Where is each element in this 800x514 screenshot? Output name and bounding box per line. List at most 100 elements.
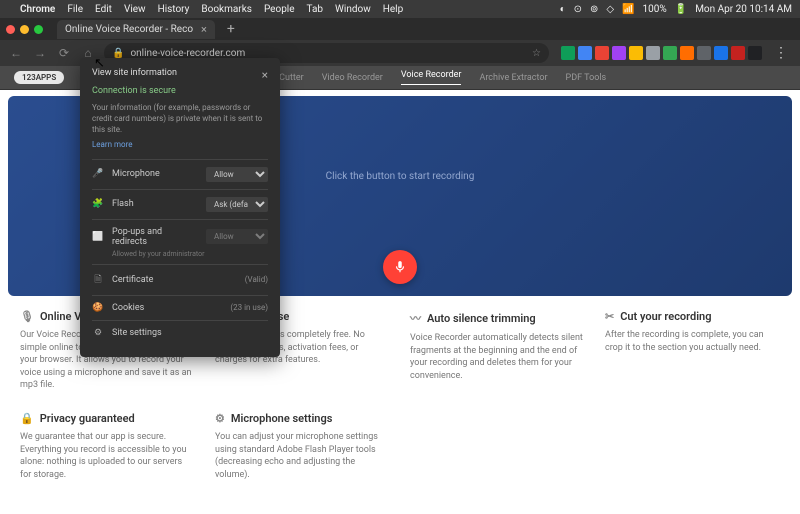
permission-row: ⬜ Pop-ups and redirects Allow (92, 219, 268, 254)
extension-icon[interactable] (612, 46, 626, 60)
popup-description: Your information (for example, passwords… (92, 102, 268, 136)
battery-icon[interactable]: 🔋 (675, 4, 687, 15)
url-text: online-voice-recorder.com (130, 48, 245, 59)
status-icon[interactable]: ◇ (606, 4, 614, 15)
browser-tabstrip: Online Voice Recorder - Reco × + (0, 18, 800, 40)
feature-desc: Voice Recorder automatically detects sil… (410, 332, 585, 382)
perm-label: Microphone (112, 169, 198, 179)
record-button[interactable] (383, 250, 417, 284)
extension-icon[interactable] (697, 46, 711, 60)
status-icon[interactable]: ⊚ (590, 4, 598, 15)
menu-file[interactable]: File (67, 4, 83, 15)
menu-edit[interactable]: Edit (95, 4, 112, 15)
feature-title: Privacy guaranteed (40, 412, 135, 425)
menu-tab[interactable]: Tab (307, 4, 323, 15)
site-settings-label: Site settings (112, 328, 268, 338)
perm-select[interactable]: Ask (default) (206, 197, 268, 212)
extension-icon[interactable] (561, 46, 575, 60)
perm-icon: 🎤 (92, 169, 104, 179)
extension-icon[interactable] (646, 46, 660, 60)
browser-tab[interactable]: Online Voice Recorder - Reco × (57, 20, 215, 39)
menu-window[interactable]: Window (335, 4, 371, 15)
cookie-icon: 🍪 (92, 303, 104, 313)
tab-close-icon[interactable]: × (201, 23, 207, 36)
reload-button[interactable]: ⟳ (56, 46, 72, 60)
extension-icon[interactable] (714, 46, 728, 60)
certificate-icon: 🗎 (92, 272, 104, 288)
permission-row: 🎤 Microphone Allow (92, 159, 268, 189)
cookies-label: Cookies (112, 303, 222, 313)
gear-icon: ⚙ (215, 412, 225, 425)
mic-icon (393, 260, 407, 274)
back-button[interactable]: ← (8, 46, 24, 60)
wave-icon: 〰 (410, 310, 421, 326)
certificate-row[interactable]: 🗎 Certificate (Valid) (92, 264, 268, 295)
cookies-status: (23 in use) (230, 303, 268, 312)
chrome-menu-icon[interactable]: ⋮ (770, 45, 792, 61)
extension-icon[interactable] (748, 46, 762, 60)
window-maximize[interactable] (34, 25, 43, 34)
window-minimize[interactable] (20, 25, 29, 34)
site-info-popup: View site information × Connection is se… (80, 58, 280, 357)
menu-bookmarks[interactable]: Bookmarks (201, 4, 252, 15)
feature-desc: You can adjust your microphone settings … (215, 431, 390, 481)
menu-history[interactable]: History (158, 4, 190, 15)
feature-title: Cut your recording (620, 310, 711, 323)
crop-icon: ✂ (605, 310, 614, 323)
learn-more-link[interactable]: Learn more (92, 140, 268, 149)
cookies-row[interactable]: 🍪 Cookies (23 in use) (92, 295, 268, 320)
wifi-icon[interactable]: 📶 (622, 4, 634, 15)
forward-button[interactable]: → (32, 46, 48, 60)
connection-status: Connection is secure (92, 86, 268, 96)
perm-label: Pop-ups and redirects (112, 227, 198, 247)
wifi-percent: 100% (643, 4, 667, 15)
perm-select: Allow (206, 229, 268, 244)
nav-item[interactable]: Archive Extractor (479, 73, 547, 83)
site-info-icon[interactable]: 🔒 (112, 48, 124, 59)
menu-people[interactable]: People (264, 4, 295, 15)
feature-card: ⚙ Microphone settings You can adjust your … (215, 412, 390, 481)
new-tab-button[interactable]: + (221, 21, 241, 37)
bookmark-star-icon[interactable]: ☆ (532, 48, 541, 59)
window-close[interactable] (6, 25, 15, 34)
extension-icon[interactable] (663, 46, 677, 60)
tab-title: Online Voice Recorder - Reco (65, 24, 193, 35)
extension-icon[interactable] (680, 46, 694, 60)
extension-icon[interactable] (731, 46, 745, 60)
extension-icon[interactable] (629, 46, 643, 60)
popup-title: View site information (92, 68, 177, 78)
feature-card: 〰 Auto silence trimming Voice Recorder aut… (410, 310, 585, 392)
feature-title: Auto silence trimming (427, 312, 536, 325)
nav-item[interactable]: Video Recorder (322, 73, 383, 83)
popup-close-icon[interactable]: × (262, 68, 268, 82)
status-icon[interactable]: ◐ (560, 4, 566, 15)
status-icon[interactable]: ⊙ (574, 4, 582, 15)
feature-card: 🔒 Privacy guaranteed We guarantee that our… (20, 412, 195, 481)
macos-menubar: Chrome File Edit View History Bookmarks … (0, 0, 800, 18)
perm-select[interactable]: Allow (206, 167, 268, 182)
perm-icon: 🧩 (92, 199, 104, 209)
feature-desc: We guarantee that our app is secure. Eve… (20, 431, 195, 481)
menu-view[interactable]: View (124, 4, 146, 15)
extension-icon[interactable] (595, 46, 609, 60)
mic-icon: 🎙 (20, 310, 34, 323)
perm-subtext: Allowed by your administrator (112, 250, 268, 258)
site-settings-row[interactable]: ⚙ Site settings (92, 320, 268, 345)
hero-hint: Click the button to start recording (326, 171, 475, 182)
certificate-label: Certificate (112, 275, 237, 285)
certificate-status: (Valid) (245, 275, 268, 284)
lock-icon: 🔒 (20, 412, 34, 425)
nav-item-active[interactable]: Voice Recorder (401, 70, 462, 85)
menu-help[interactable]: Help (383, 4, 403, 15)
extension-icon[interactable] (578, 46, 592, 60)
perm-icon: ⬜ (92, 232, 104, 242)
nav-item[interactable]: PDF Tools (566, 73, 607, 83)
menubar-app[interactable]: Chrome (20, 4, 55, 15)
gear-icon: ⚙ (92, 328, 104, 338)
site-logo[interactable]: 123APPS (14, 71, 64, 84)
perm-label: Flash (112, 199, 198, 209)
clock[interactable]: Mon Apr 20 10:14 AM (695, 4, 792, 15)
feature-title: Microphone settings (231, 412, 332, 425)
permission-row: 🧩 Flash Ask (default) (92, 189, 268, 219)
extensions-row (561, 46, 762, 60)
